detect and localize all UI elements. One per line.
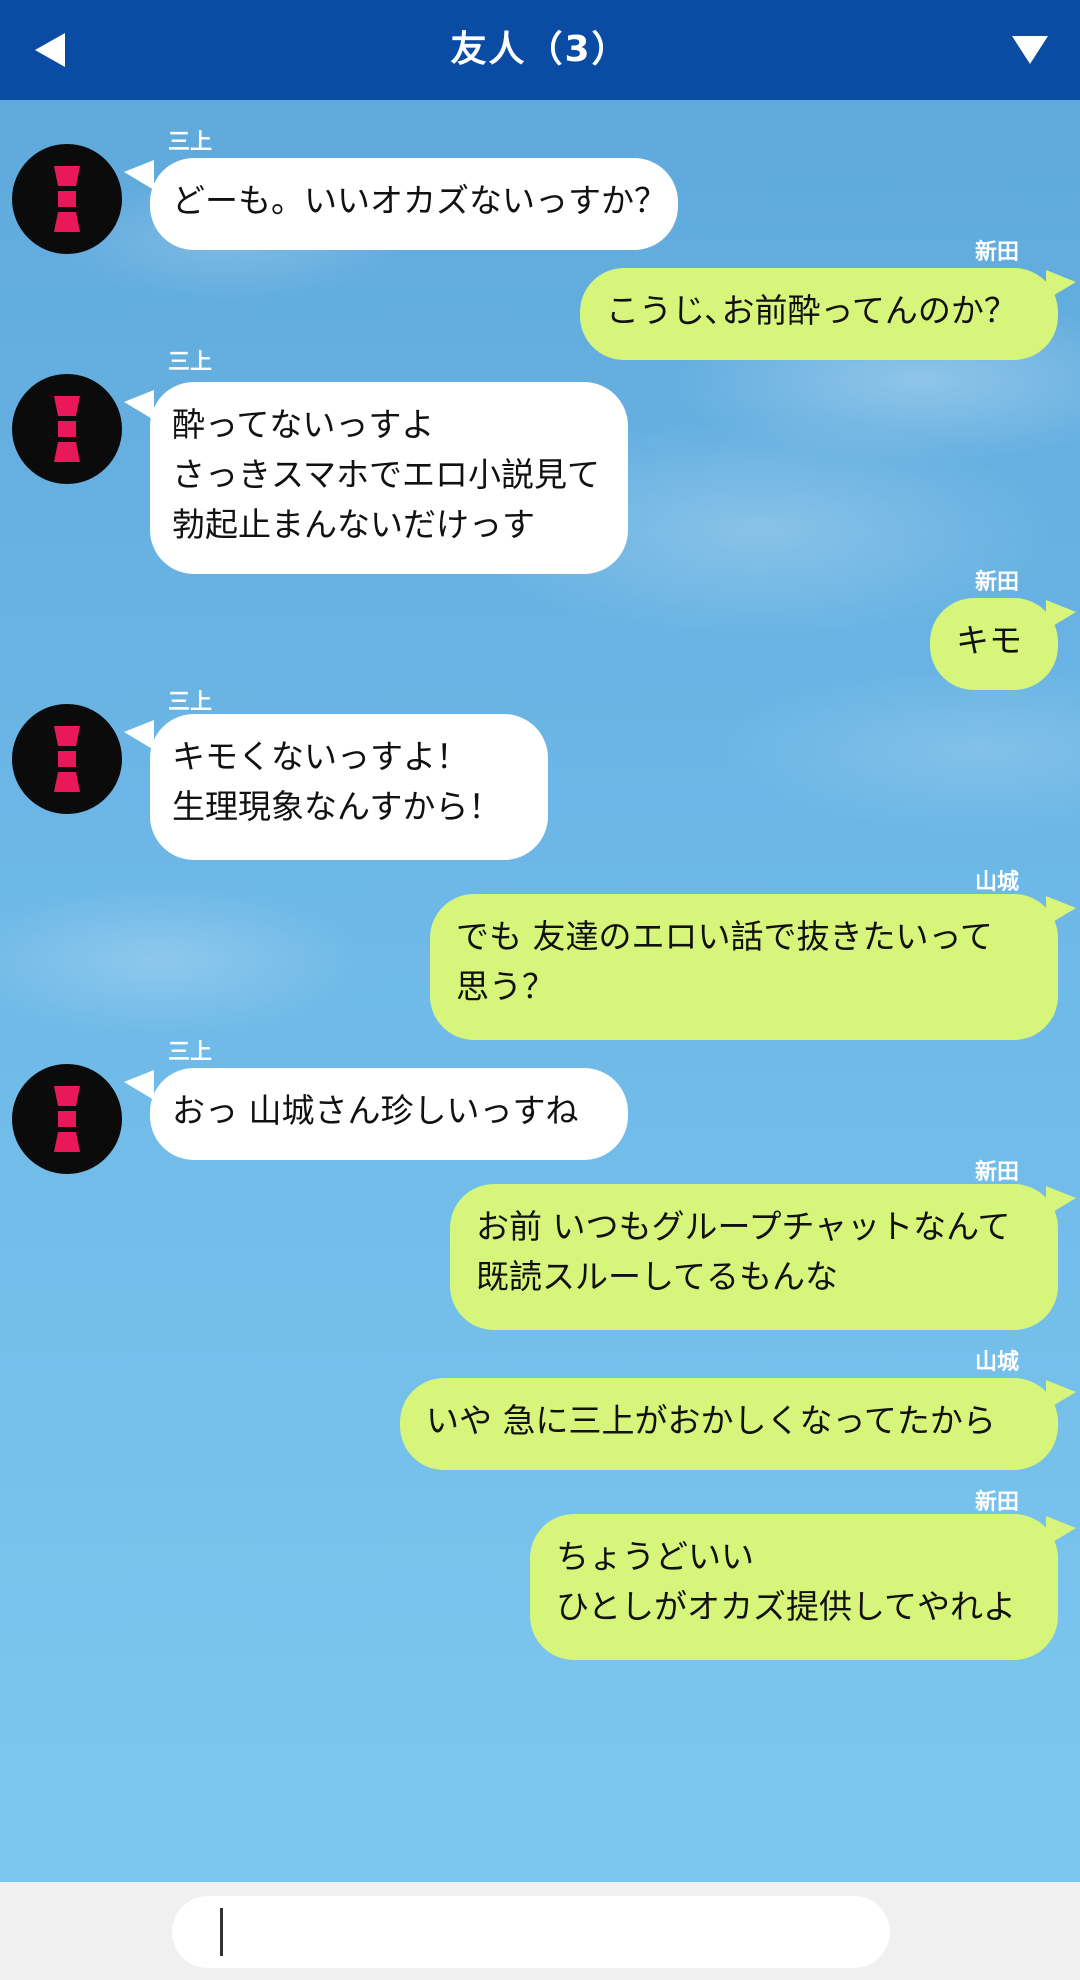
text-cursor: [220, 1908, 223, 1956]
sender-name: 山城: [975, 870, 1020, 895]
avatar[interactable]: [12, 704, 122, 814]
menu-button[interactable]: [1006, 26, 1054, 74]
sender-name: 三上: [168, 350, 213, 375]
sender-name: 新田: [975, 1160, 1020, 1185]
sender-name: 新田: [975, 570, 1020, 595]
bubble-tail: [1046, 1186, 1076, 1216]
dropdown-triangle-icon: [1012, 36, 1048, 64]
message-bubble[interactable]: でも 友達のエロい話で抜きたいって 思う？: [430, 894, 1058, 1040]
bubble-tail: [1046, 896, 1076, 926]
avatar-logo-icon: [54, 726, 80, 792]
bubble-tail: [1046, 1380, 1076, 1410]
sender-name: 三上: [168, 690, 213, 715]
message-bubble[interactable]: いや 急に三上がおかしくなってたから: [400, 1378, 1058, 1470]
bubble-tail: [124, 1070, 154, 1100]
message-bubble[interactable]: ちょうどいい ひとしがオカズ提供してやれよ: [530, 1514, 1058, 1660]
bubble-tail: [1046, 270, 1076, 300]
sender-name: 新田: [975, 240, 1020, 265]
avatar[interactable]: [12, 1064, 122, 1174]
avatar-logo-icon: [54, 396, 80, 462]
avatar[interactable]: [12, 374, 122, 484]
sender-name: 山城: [975, 1350, 1020, 1375]
message-input[interactable]: [172, 1896, 890, 1968]
input-bar: [0, 1882, 1080, 1980]
bubble-tail: [124, 720, 154, 750]
avatar-logo-icon: [54, 166, 80, 232]
message-bubble[interactable]: 酔ってないっすよ さっきスマホでエロ小説見て 勃起止まんないだけっす: [150, 382, 628, 574]
message-bubble[interactable]: キモくないっすよ！ 生理現象なんすから！: [150, 714, 548, 860]
message-bubble[interactable]: キモ: [930, 598, 1058, 690]
message-bubble[interactable]: お前 いつもグループチャットなんて 既読スルーしてるもんな: [450, 1184, 1058, 1330]
avatar[interactable]: [12, 144, 122, 254]
message-bubble[interactable]: どーも。いいオカズないっすか？: [150, 158, 678, 250]
bubble-tail: [124, 390, 154, 420]
chat-area[interactable]: 三上 どーも。いいオカズないっすか？ 新田 こうじ､お前酔ってんのか？ 三上 酔…: [0, 100, 1080, 1882]
chat-title: 友人（3）: [450, 29, 630, 70]
bubble-tail: [1046, 600, 1076, 630]
message-bubble[interactable]: こうじ､お前酔ってんのか？: [580, 268, 1058, 360]
sender-name: 新田: [975, 1490, 1020, 1515]
avatar-logo-icon: [54, 1086, 80, 1152]
sender-name: 三上: [168, 1040, 213, 1065]
message-bubble[interactable]: おっ 山城さん珍しいっすね: [150, 1068, 628, 1160]
bubble-tail: [1046, 1516, 1076, 1546]
bubble-tail: [124, 160, 154, 190]
sender-name: 三上: [168, 130, 213, 155]
chat-header: 友人（3）: [0, 0, 1080, 100]
